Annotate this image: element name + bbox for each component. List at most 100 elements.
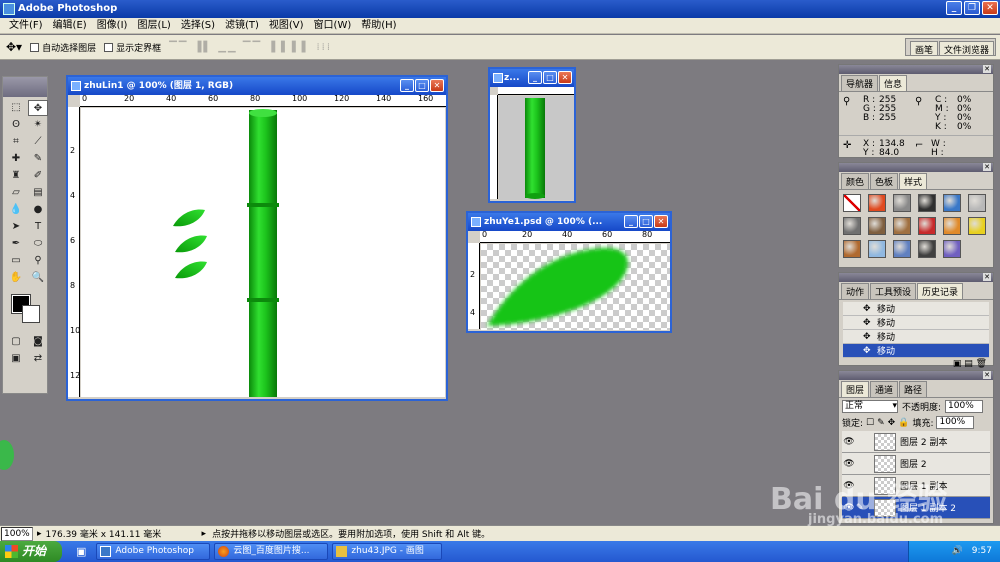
pen-tool-icon[interactable]: ✒ [6, 236, 26, 252]
style-swatch[interactable] [893, 217, 911, 235]
show-bounds-checkbox[interactable]: 显示定界框 [104, 41, 161, 54]
menu-help[interactable]: 帮助(H) [356, 18, 401, 34]
style-swatch[interactable] [868, 217, 886, 235]
lock-all-icon[interactable]: 🔒 [898, 418, 909, 428]
opacity-field[interactable]: 100% [945, 400, 984, 413]
style-swatch[interactable] [943, 194, 961, 212]
menu-file[interactable]: 文件(F) [4, 18, 48, 34]
volume-icon[interactable]: 🔊 [952, 546, 963, 556]
style-swatch[interactable] [968, 217, 986, 235]
tab-styles[interactable]: 样式 [899, 173, 928, 189]
move-tool-icon[interactable]: ✥ [28, 100, 48, 116]
healing-brush-icon[interactable]: ✚ [6, 151, 26, 167]
minimize-button[interactable]: _ [946, 1, 962, 15]
style-swatch[interactable] [843, 217, 861, 235]
layer-row[interactable]: 👁 图层 2 副本 [842, 431, 990, 453]
tab-navigator[interactable]: 导航器 [841, 75, 879, 91]
eyedropper-icon[interactable]: ⚲ [28, 253, 48, 269]
history-state[interactable]: ✥ 移动 [843, 330, 989, 344]
doc-minimize-button[interactable]: _ [400, 79, 414, 92]
style-swatch[interactable] [843, 240, 861, 258]
blend-mode-select[interactable]: 正常 ▾ [842, 400, 898, 413]
start-button[interactable]: 开始 [0, 541, 62, 562]
history-state-selected[interactable]: ✥ 移动 [843, 344, 989, 358]
style-swatch[interactable] [918, 240, 936, 258]
task-paint[interactable]: zhu43.JPG - 画图 [332, 543, 443, 560]
style-swatch[interactable] [943, 240, 961, 258]
crop-tool-icon[interactable]: ⌗ [6, 134, 26, 150]
tab-info[interactable]: 信息 [879, 75, 908, 91]
jump-to-imageready-icon[interactable]: ⇄ [28, 351, 48, 367]
eye-icon[interactable]: 👁 [842, 437, 856, 447]
style-swatch[interactable] [868, 194, 886, 212]
doc-minimize-button[interactable]: _ [528, 71, 542, 84]
clone-stamp-icon[interactable]: ♜ [6, 168, 26, 184]
show-desktop-icon[interactable]: ▣ [76, 545, 86, 558]
history-footer-icons[interactable]: ▣ ▤ 🗑 [839, 358, 993, 370]
tab-channels[interactable]: 通道 [870, 381, 899, 397]
floating-widget[interactable] [0, 440, 14, 470]
type-tool-icon[interactable]: T [28, 219, 48, 235]
toolbox-header[interactable] [3, 77, 47, 97]
background-color[interactable] [22, 305, 40, 323]
lasso-tool-icon[interactable]: ʘ [6, 117, 26, 133]
color-swatches[interactable] [6, 293, 44, 327]
move-tool-preset-icon[interactable]: ✥▾ [6, 40, 22, 54]
lock-brush-icon[interactable]: ✎ [877, 418, 885, 428]
panel-close-icon[interactable]: ✕ [983, 273, 991, 281]
menu-filter[interactable]: 滤镜(T) [220, 18, 264, 34]
quickmask-mode-icon[interactable]: ◙ [28, 334, 48, 350]
screen-mode-icon[interactable]: ▣ [6, 351, 26, 367]
tab-paths[interactable]: 路径 [899, 381, 928, 397]
blur-tool-icon[interactable]: 💧 [6, 202, 26, 218]
menu-select[interactable]: 选择(S) [176, 18, 220, 34]
tab-layers[interactable]: 图层 [841, 381, 870, 397]
lock-transparency-icon[interactable]: ☐ [866, 418, 874, 428]
menu-layer[interactable]: 图层(L) [132, 18, 175, 34]
document-title-bar[interactable]: zhuYe1.psd @ 100% (... _ □ ✕ [468, 213, 670, 231]
auto-select-checkbox[interactable]: 自动选择图层 [30, 41, 96, 54]
doc-close-button[interactable]: ✕ [558, 71, 572, 84]
menu-image[interactable]: 图像(I) [92, 18, 133, 34]
magic-wand-icon[interactable]: ✴ [28, 117, 48, 133]
status-arrow-icon[interactable]: ▸ [37, 529, 42, 539]
style-swatch[interactable] [918, 194, 936, 212]
doc-maximize-button[interactable]: □ [639, 215, 653, 228]
document-canvas[interactable] [499, 96, 574, 200]
slice-tool-icon[interactable]: ⟋ [28, 134, 48, 150]
history-brush-icon[interactable]: ✐ [28, 168, 48, 184]
panel-close-icon[interactable]: ✕ [983, 163, 991, 171]
panel-grip[interactable]: ✕ [839, 65, 993, 74]
task-browser[interactable]: 云图_百度图片搜... [214, 543, 329, 560]
marquee-tool-icon[interactable]: ⬚ [6, 100, 26, 116]
doc-maximize-button[interactable]: □ [543, 71, 557, 84]
doc-close-button[interactable]: ✕ [654, 215, 668, 228]
style-swatch[interactable] [868, 240, 886, 258]
tab-history[interactable]: 历史记录 [917, 283, 964, 299]
style-swatch[interactable] [893, 240, 911, 258]
panel-close-icon[interactable]: ✕ [983, 371, 991, 379]
menu-view[interactable]: 视图(V) [264, 18, 309, 34]
history-state[interactable]: ✥ 移动 [843, 316, 989, 330]
gradient-tool-icon[interactable]: ▤ [28, 185, 48, 201]
status-menu-icon[interactable]: ▸ [202, 529, 207, 539]
notes-tool-icon[interactable]: ▭ [6, 253, 26, 269]
panel-grip[interactable]: ✕ [839, 163, 993, 172]
zoom-field[interactable]: 100% [1, 526, 33, 541]
menu-edit[interactable]: 编辑(E) [48, 18, 92, 34]
tab-actions[interactable]: 动作 [841, 283, 870, 299]
brush-tool-icon[interactable]: ✎ [28, 151, 48, 167]
document-canvas[interactable] [81, 108, 445, 398]
document-title-bar[interactable]: zhuLin1 @ 100% (图层 1, RGB) _ □ ✕ [68, 77, 446, 95]
doc-minimize-button[interactable]: _ [624, 215, 638, 228]
hand-tool-icon[interactable]: ✋ [6, 270, 26, 286]
tab-swatches[interactable]: 色板 [870, 173, 899, 189]
lock-move-icon[interactable]: ✥ [888, 418, 896, 428]
zoom-tool-icon[interactable]: 🔍 [28, 270, 48, 286]
doc-close-button[interactable]: ✕ [430, 79, 444, 92]
tab-color[interactable]: 颜色 [841, 173, 870, 189]
style-swatch[interactable] [918, 217, 936, 235]
shape-tool-icon[interactable]: ⬭ [28, 236, 48, 252]
panel-grip[interactable]: ✕ [839, 371, 993, 380]
path-select-icon[interactable]: ➤ [6, 219, 26, 235]
